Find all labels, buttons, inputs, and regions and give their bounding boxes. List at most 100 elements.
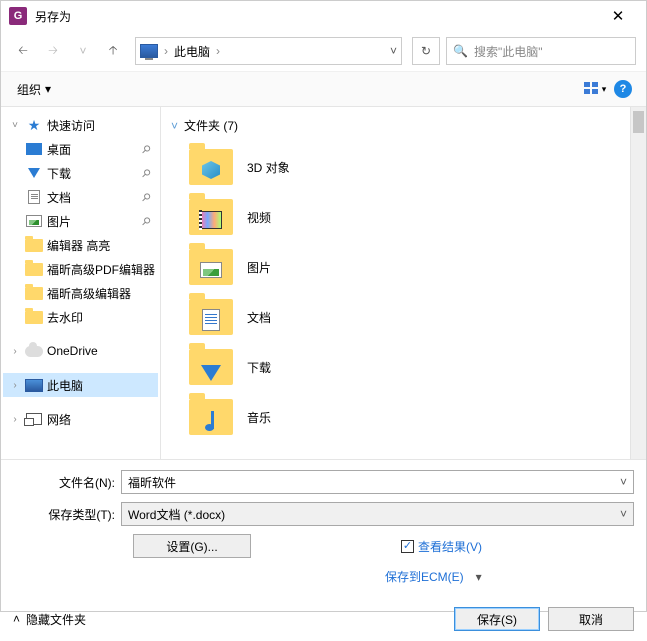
chevron-down-icon[interactable]: ▾ xyxy=(476,570,482,584)
refresh-button[interactable]: ↻ xyxy=(412,37,440,65)
file-name: 视频 xyxy=(247,209,271,226)
tree-foxit-adv[interactable]: 福昕高级编辑器 xyxy=(3,281,158,305)
pin-icon: ⚲ xyxy=(139,214,154,229)
filename-input[interactable]: 福昕软件 ˅ xyxy=(121,470,634,494)
filename-value: 福昕软件 xyxy=(128,474,620,491)
tree-label: 桌面 xyxy=(47,141,71,158)
folder-icon xyxy=(25,287,43,300)
chevron-down-icon[interactable]: ˅ xyxy=(620,475,627,489)
file-item[interactable]: 文档 xyxy=(189,292,636,342)
organize-label: 组织 xyxy=(17,81,41,98)
group-header[interactable]: ˅ 文件夹 (7) xyxy=(171,117,636,134)
settings-button[interactable]: 设置(G)... xyxy=(133,534,251,558)
app-icon: G xyxy=(9,7,27,25)
chevron-down-icon: ▾ xyxy=(602,84,607,95)
folder-icon xyxy=(189,249,233,285)
view-results-checkbox[interactable]: ✓ 查看结果(V) xyxy=(401,538,482,555)
tree-network[interactable]: › 网络 xyxy=(3,407,158,431)
tree-label: 编辑器 高亮 xyxy=(47,237,110,254)
filetype-label: 保存类型(T): xyxy=(13,506,121,523)
save-ecm-link[interactable]: 保存到ECM(E) xyxy=(385,568,464,585)
file-item[interactable]: 图片 xyxy=(189,242,636,292)
file-item[interactable]: 音乐 xyxy=(189,392,636,442)
document-icon xyxy=(28,190,40,204)
forward-button[interactable]: 🡢 xyxy=(41,39,65,63)
group-label: 文件夹 (7) xyxy=(184,117,238,134)
address-dropdown[interactable]: ˅ xyxy=(390,44,397,58)
chevron-right-icon: › xyxy=(164,44,168,58)
tree-foxit-pdf[interactable]: 福昕高级PDF编辑器 xyxy=(3,257,158,281)
save-label: 保存(S) xyxy=(477,611,517,628)
save-button[interactable]: 保存(S) xyxy=(454,607,540,631)
organize-menu[interactable]: 组织 ▾ xyxy=(11,77,57,102)
tree-this-pc[interactable]: › 此电脑 xyxy=(3,373,158,397)
breadcrumb[interactable]: 此电脑 xyxy=(174,43,210,60)
tree-label: 网络 xyxy=(47,411,71,428)
file-name: 图片 xyxy=(247,259,271,276)
tree-label: 图片 xyxy=(47,213,71,230)
window-title: 另存为 xyxy=(35,8,598,25)
file-name: 下载 xyxy=(247,359,271,376)
search-input[interactable]: 🔍 搜索"此电脑" xyxy=(446,37,636,65)
view-results-label: 查看结果(V) xyxy=(418,538,482,555)
chevron-down-icon: ˅ xyxy=(9,120,21,131)
tree-onedrive[interactable]: › OneDrive xyxy=(3,339,158,363)
pin-icon: ⚲ xyxy=(139,190,154,205)
file-name: 文档 xyxy=(247,309,271,326)
folder-icon xyxy=(189,349,233,385)
folder-icon xyxy=(189,399,233,435)
file-item[interactable]: 3D 对象 xyxy=(189,142,636,192)
scrollbar[interactable] xyxy=(630,107,646,459)
network-icon xyxy=(26,413,42,425)
view-mode-button[interactable]: ▾ xyxy=(582,76,608,102)
tree-label: 去水印 xyxy=(47,309,83,326)
chevron-down-icon[interactable]: ˅ xyxy=(620,507,627,521)
chevron-right-icon: › xyxy=(9,380,21,391)
address-bar[interactable]: › 此电脑 › ˅ xyxy=(135,37,402,65)
tree-remove-wm[interactable]: 去水印 xyxy=(3,305,158,329)
body: ˅ ★ 快速访问 桌面 ⚲ 下载 ⚲ 文档 ⚲ 图片 ⚲ 编辑器 高亮 xyxy=(1,107,646,459)
file-list: ˅ 文件夹 (7) 3D 对象视频图片文档下载音乐 xyxy=(161,107,646,459)
chevron-down-icon: ˅ xyxy=(171,119,178,133)
hide-folders-label: 隐藏文件夹 xyxy=(26,611,86,628)
tree-label: 福昕高级编辑器 xyxy=(47,285,131,302)
file-item[interactable]: 视频 xyxy=(189,192,636,242)
file-name: 音乐 xyxy=(247,409,271,426)
back-button[interactable]: 🡠 xyxy=(11,39,35,63)
tree-desktop[interactable]: 桌面 ⚲ xyxy=(3,137,158,161)
settings-label: 设置(G)... xyxy=(166,538,217,555)
tree-label: 快速访问 xyxy=(47,117,95,134)
toolbar: 组织 ▾ ▾ ? xyxy=(1,71,646,107)
chevron-down-icon: ▾ xyxy=(45,82,51,96)
tree-quick-access[interactable]: ˅ ★ 快速访问 xyxy=(3,113,158,137)
filetype-value: Word文档 (*.docx) xyxy=(128,506,620,523)
chevron-up-icon: ˄ xyxy=(13,612,20,626)
help-icon: ? xyxy=(614,80,632,98)
filetype-select[interactable]: Word文档 (*.docx) ˅ xyxy=(121,502,634,526)
tree-editor-hl[interactable]: 编辑器 高亮 xyxy=(3,233,158,257)
file-item[interactable]: 下载 xyxy=(189,342,636,392)
tree-documents[interactable]: 文档 ⚲ xyxy=(3,185,158,209)
help-button[interactable]: ? xyxy=(610,76,636,102)
cancel-button[interactable]: 取消 xyxy=(548,607,634,631)
cancel-label: 取消 xyxy=(579,611,603,628)
pc-icon xyxy=(25,379,43,392)
save-form: 文件名(N): 福昕软件 ˅ 保存类型(T): Word文档 (*.docx) … xyxy=(1,459,646,593)
chevron-right-icon: › xyxy=(9,414,21,425)
tree-label: 文档 xyxy=(47,189,71,206)
nav-row: 🡠 🡢 ˅ 🡡 › 此电脑 › ˅ ↻ 🔍 搜索"此电脑" xyxy=(1,31,646,71)
recent-dropdown[interactable]: ˅ xyxy=(71,39,95,63)
hide-folders-toggle[interactable]: ˄ 隐藏文件夹 xyxy=(13,611,86,628)
tree-label: OneDrive xyxy=(47,344,98,358)
star-icon: ★ xyxy=(25,117,43,133)
file-name: 3D 对象 xyxy=(247,159,290,176)
tree-pictures[interactable]: 图片 ⚲ xyxy=(3,209,158,233)
folder-icon xyxy=(25,311,43,324)
footer: ˄ 隐藏文件夹 保存(S) 取消 xyxy=(1,593,646,641)
desktop-icon xyxy=(26,143,42,155)
up-button[interactable]: 🡡 xyxy=(101,39,125,63)
folder-icon xyxy=(189,149,233,185)
tree-downloads[interactable]: 下载 ⚲ xyxy=(3,161,158,185)
download-icon xyxy=(28,168,40,178)
close-button[interactable]: ✕ xyxy=(598,7,638,25)
